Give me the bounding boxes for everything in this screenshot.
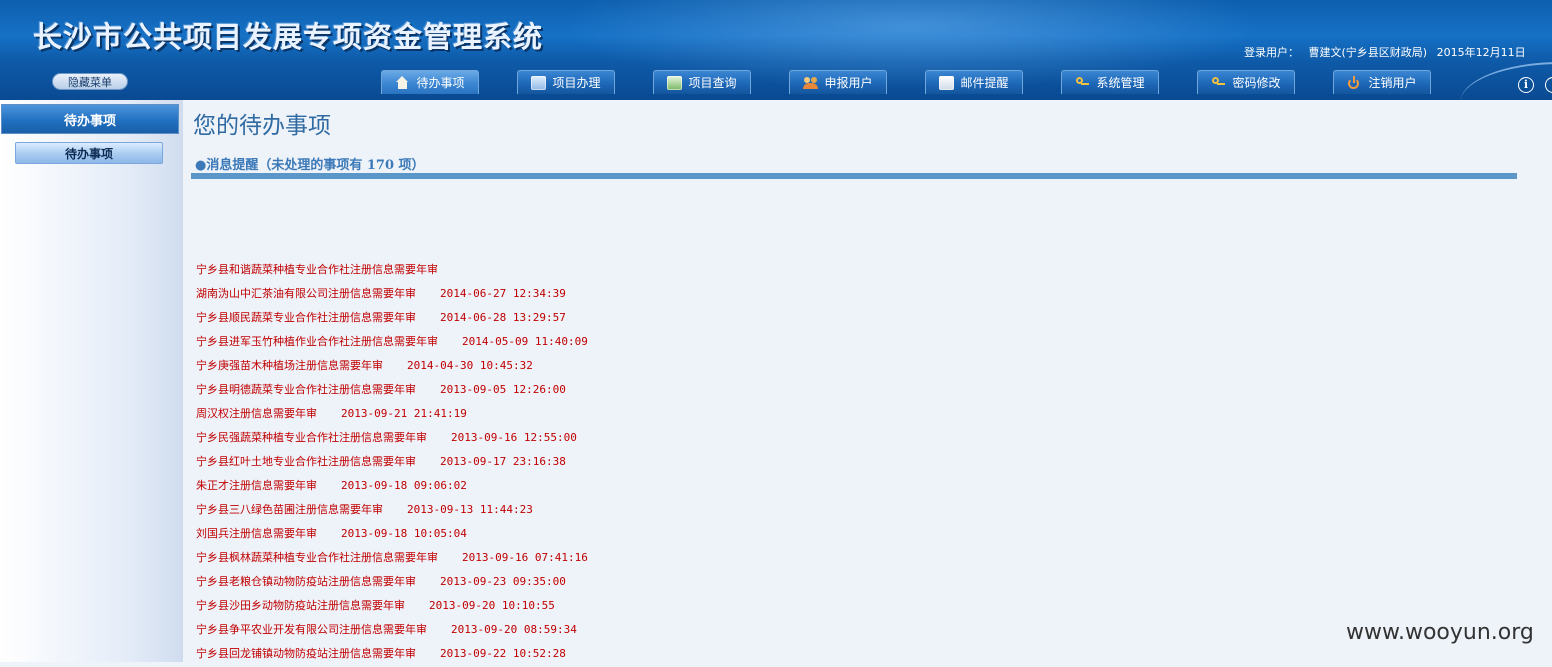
message-timestamp: 2013-09-21 21:41:19 — [341, 407, 467, 420]
message-timestamp: 2013-09-18 09:06:02 — [341, 479, 467, 492]
sidebar: 待办事项 待办事项 — [0, 100, 183, 662]
message-text: 朱正才注册信息需要年审 — [196, 479, 317, 492]
message-timestamp: 2014-04-30 10:45:32 — [407, 359, 533, 372]
message-text: 宁乡县老粮仓镇动物防疫站注册信息需要年审 — [196, 575, 416, 588]
tab-label: 密码修改 — [1232, 76, 1281, 90]
users-icon — [803, 76, 819, 90]
message-timestamp: 2013-09-23 09:35:00 — [440, 575, 566, 588]
site-title: 长沙市公共项目发展专项资金管理系统 — [33, 20, 544, 54]
message-text: 宁乡庚强苗木种植场注册信息需要年审 — [196, 359, 383, 372]
message-timestamp: 2013-09-05 12:26:00 — [440, 383, 566, 396]
message-text: 宁乡县枫林蔬菜种植专业合作社注册信息需要年审 — [196, 551, 438, 564]
message-text: 宁乡县沙田乡动物防疫站注册信息需要年审 — [196, 599, 405, 612]
mail-icon — [939, 75, 955, 90]
message-timestamp: 2013-09-13 11:44:23 — [407, 503, 533, 516]
keys-icon — [1075, 76, 1090, 90]
message-timestamp: 2013-09-17 23:16:38 — [440, 455, 566, 468]
tab-logout[interactable]: 注销用户 — [1333, 70, 1431, 94]
user-info: 登录用户： 曹建文(宁乡县区财政局) 2015年12月11日 — [1244, 44, 1532, 60]
message-timestamp: 2013-09-20 10:10:55 — [429, 599, 555, 612]
list-item[interactable]: 宁乡县沙田乡动物防疫站注册信息需要年审 2013-09-20 10:10:55 — [196, 595, 588, 619]
power-icon — [1347, 75, 1362, 90]
message-list: 宁乡县和谐蔬菜种植专业合作社注册信息需要年审 湖南沩山中汇茶油有限公司注册信息需要… — [196, 259, 588, 667]
message-text: 宁乡县明德蔬菜专业合作社注册信息需要年审 — [196, 383, 416, 396]
sidebar-item-todo[interactable]: 待办事项 — [15, 142, 163, 164]
message-text: 宁乡县回龙铺镇动物防疫站注册信息需要年审 — [196, 647, 416, 660]
list-item[interactable]: 湖南沩山中汇茶油有限公司注册信息需要年审 2014-06-27 12:34:39 — [196, 283, 588, 307]
user-name: 曹建文(宁乡县区财政局) — [1308, 46, 1428, 59]
tab-system-management[interactable]: 系统管理 — [1061, 70, 1159, 94]
header-swoosh — [1460, 62, 1552, 100]
message-text: 宁乡县进军玉竹种植作业合作社注册信息需要年审 — [196, 335, 438, 348]
notice-divider — [191, 173, 1517, 179]
tab-project-query[interactable]: 项目查询 — [653, 70, 751, 94]
message-timestamp: 2013-09-16 07:41:16 — [462, 551, 588, 564]
message-text: 周汉权注册信息需要年审 — [196, 407, 317, 420]
list-item[interactable]: 宁乡县进军玉竹种植作业合作社注册信息需要年审 2014-05-09 11:40:0… — [196, 331, 588, 355]
tab-label: 系统管理 — [1096, 76, 1145, 90]
tab-label: 申报用户 — [824, 76, 873, 90]
message-timestamp: 2013-09-20 08:59:34 — [451, 623, 577, 636]
message-text: 宁乡县顺民蔬菜专业合作社注册信息需要年审 — [196, 311, 416, 324]
message-text: 宁乡民强蔬菜种植专业合作社注册信息需要年审 — [196, 431, 427, 444]
tab-label: 项目查询 — [688, 76, 737, 90]
list-item[interactable]: 周汉权注册信息需要年审 2013-09-21 21:41:19 — [196, 403, 588, 427]
keys-icon — [1211, 76, 1226, 90]
message-text: 宁乡县和谐蔬菜种植专业合作社注册信息需要年审 — [196, 263, 438, 276]
list-item[interactable]: 宁乡县老粮仓镇动物防疫站注册信息需要年审 2013-09-23 09:35:00 — [196, 571, 588, 595]
tab-label: 注销用户 — [1368, 76, 1417, 90]
notice-heading: ●消息提醒（未处理的事项有 170 项） — [195, 158, 425, 173]
page-title: 您的待办事项 — [193, 113, 331, 139]
list-item[interactable]: 宁乡民强蔬菜种植专业合作社注册信息需要年审 2013-09-16 12:55:00 — [196, 427, 588, 451]
tab-mail-reminder[interactable]: 邮件提醒 — [925, 70, 1023, 94]
message-text: 宁乡县三八绿色苗圃注册信息需要年审 — [196, 503, 383, 516]
home-icon — [395, 75, 410, 90]
hide-menu-button[interactable]: 隐藏菜单 — [52, 73, 128, 90]
message-text: 宁乡县争平农业开发有限公司注册信息需要年审 — [196, 623, 427, 636]
tab-label: 待办事项 — [416, 76, 465, 90]
list-item[interactable]: 宁乡县争平农业开发有限公司注册信息需要年审 2013-09-20 08:59:34 — [196, 619, 588, 643]
tab-todo[interactable]: 待办事项 — [381, 70, 479, 94]
list-item[interactable]: 宁乡县顺民蔬菜专业合作社注册信息需要年审 2014-06-28 13:29:57 — [196, 307, 588, 331]
main-content: 您的待办事项 ●消息提醒（未处理的事项有 170 项） 宁乡县和谐蔬菜种植专业合… — [183, 100, 1552, 662]
tab-label: 项目办理 — [552, 76, 601, 90]
list-item[interactable]: 宁乡县明德蔬菜专业合作社注册信息需要年审 2013-09-05 12:26:00 — [196, 379, 588, 403]
tab-change-password[interactable]: 密码修改 — [1197, 70, 1295, 94]
list-item[interactable]: 宁乡县枫林蔬菜种植专业合作社注册信息需要年审 2013-09-16 07:41:1… — [196, 547, 588, 571]
message-text: 刘国兵注册信息需要年审 — [196, 527, 317, 540]
message-timestamp: 2014-05-09 11:40:09 — [462, 335, 588, 348]
list-item[interactable]: 朱正才注册信息需要年审 2013-09-18 09:06:02 — [196, 475, 588, 499]
list-item[interactable]: 宁乡县红叶土地专业合作社注册信息需要年审 2013-09-17 23:16:38 — [196, 451, 588, 475]
watermark: www.wooyun.org — [1346, 620, 1534, 645]
tab-project-handling[interactable]: 项目办理 — [517, 70, 615, 94]
message-text: 宁乡县红叶土地专业合作社注册信息需要年审 — [196, 455, 416, 468]
list-item[interactable]: 刘国兵注册信息需要年审 2013-09-18 10:05:04 — [196, 523, 588, 547]
table-icon — [667, 75, 683, 90]
message-timestamp: 2014-06-27 12:34:39 — [440, 287, 566, 300]
message-timestamp: 2014-06-28 13:29:57 — [440, 311, 566, 324]
sidebar-header[interactable]: 待办事项 — [1, 104, 179, 134]
list-item[interactable]: 宁乡县回龙铺镇动物防疫站注册信息需要年审 2013-09-22 10:52:28 — [196, 643, 588, 667]
tab-label: 邮件提醒 — [960, 76, 1009, 90]
current-date: 2015年12月11日 — [1436, 46, 1526, 59]
app-header: 长沙市公共项目发展专项资金管理系统 登录用户： 曹建文(宁乡县区财政局) 201… — [0, 0, 1552, 100]
tab-applicant-users[interactable]: 申报用户 — [789, 70, 887, 94]
message-timestamp: 2013-09-22 10:52:28 — [440, 647, 566, 660]
document-icon — [531, 75, 547, 90]
list-item[interactable]: 宁乡县和谐蔬菜种植专业合作社注册信息需要年审 — [196, 259, 588, 283]
info-icon[interactable]: i — [1518, 77, 1534, 93]
list-item[interactable]: 宁乡庚强苗木种植场注册信息需要年审 2014-04-30 10:45:32 — [196, 355, 588, 379]
message-timestamp: 2013-09-16 12:55:00 — [451, 431, 577, 444]
list-item[interactable]: 宁乡县三八绿色苗圃注册信息需要年审 2013-09-13 11:44:23 — [196, 499, 588, 523]
message-text: 湖南沩山中汇茶油有限公司注册信息需要年审 — [196, 287, 416, 300]
user-label: 登录用户： — [1244, 46, 1299, 59]
message-timestamp: 2013-09-18 10:05:04 — [341, 527, 467, 540]
